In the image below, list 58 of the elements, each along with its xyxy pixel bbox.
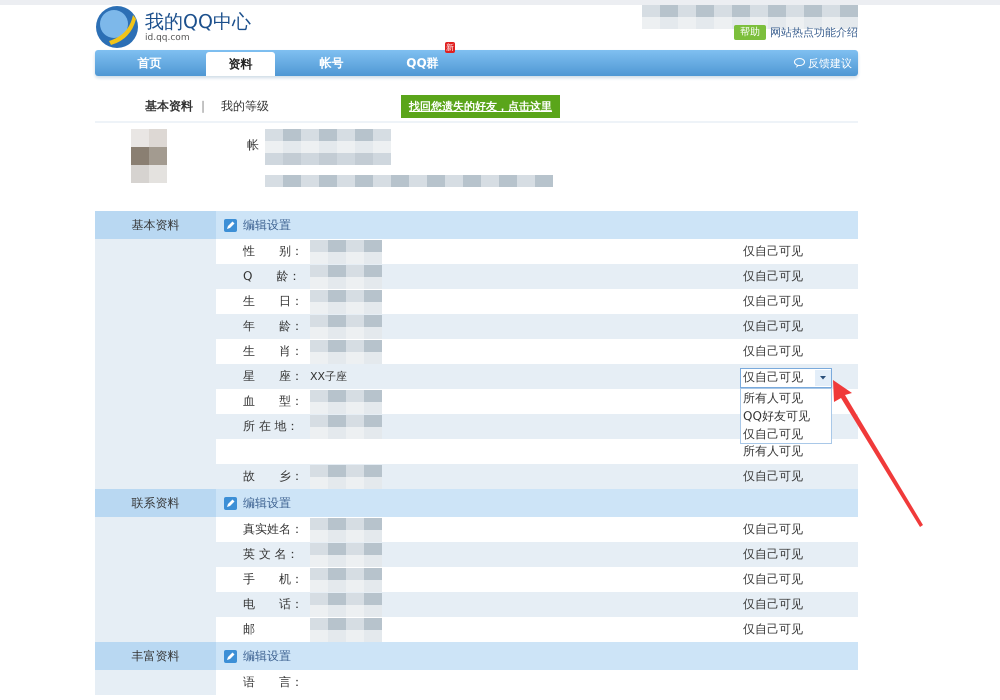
news-link[interactable]: 网站热点功能介绍 bbox=[770, 25, 858, 40]
dropdown-option[interactable]: 仅自己可见 bbox=[741, 424, 831, 442]
pencil-icon bbox=[224, 650, 237, 662]
visibility-text: 仅自己可见 bbox=[743, 244, 803, 258]
dropdown-option[interactable]: QQ好友可见 bbox=[741, 406, 831, 424]
find-friends-link[interactable]: 找回您遗失的好友，点击这里 bbox=[401, 94, 560, 118]
field-label: 血 型： bbox=[243, 393, 304, 410]
visibility-text: 所有人可见 bbox=[743, 444, 803, 458]
section-title: 基本资料 bbox=[95, 211, 216, 239]
logo-title: 我的QQ中心 bbox=[145, 11, 251, 33]
visibility-text: 仅自己可见 bbox=[743, 469, 803, 483]
section-title: 联系资料 bbox=[95, 489, 216, 517]
visibility-select[interactable]: 仅自己可见 bbox=[740, 368, 832, 388]
nav-tab[interactable]: 资料 bbox=[206, 52, 275, 76]
field-label: 生 肖： bbox=[243, 343, 304, 360]
separator: | bbox=[201, 99, 206, 113]
visibility-text: 仅自己可见 bbox=[743, 547, 803, 561]
edit-settings-link[interactable]: 编辑设置 bbox=[243, 494, 291, 512]
dropdown-caret-icon bbox=[815, 370, 831, 386]
field-value: XX子座 bbox=[310, 369, 348, 384]
field-label: 真实姓名： bbox=[243, 521, 304, 538]
subnav-link[interactable]: 基本资料 bbox=[145, 98, 193, 114]
visibility-text: 仅自己可见 bbox=[743, 572, 803, 586]
visibility-text: 仅自己可见 bbox=[743, 269, 803, 283]
account-label: 帐 bbox=[247, 137, 259, 154]
edit-settings-link[interactable]: 编辑设置 bbox=[243, 216, 291, 234]
logo-subtitle: id.qq.com bbox=[145, 33, 191, 43]
subnav-link[interactable]: 我的等级 bbox=[221, 98, 270, 114]
edit-settings-link[interactable]: 编辑设置 bbox=[243, 648, 291, 664]
globe-logo-icon bbox=[95, 5, 139, 49]
field-label: 所 在 地： bbox=[243, 418, 300, 435]
field-label: 性 别： bbox=[243, 243, 304, 260]
field-label: Q 龄： bbox=[243, 268, 302, 285]
redacted-mosaic bbox=[310, 618, 382, 642]
feedback-button[interactable]: 反馈建议 bbox=[788, 54, 858, 72]
visibility-text: 仅自己可见 bbox=[743, 622, 803, 636]
field-label: 星 座： bbox=[243, 368, 304, 385]
field-label: 英 文 名： bbox=[243, 546, 300, 563]
section-title: 丰富资料 bbox=[95, 642, 216, 670]
visibility-text: 仅自己可见 bbox=[743, 344, 803, 358]
avatar bbox=[131, 129, 167, 185]
field-label: 手 机： bbox=[243, 571, 304, 588]
field-label: 邮 bbox=[243, 621, 256, 638]
field-label: 电 话： bbox=[243, 596, 304, 613]
field-label: 生 日： bbox=[243, 293, 304, 310]
new-badge: 新 bbox=[445, 42, 455, 53]
field-label: 故 乡： bbox=[243, 468, 304, 485]
visibility-text: 仅自己可见 bbox=[743, 522, 803, 536]
pencil-icon bbox=[224, 218, 237, 232]
speech-bubble-icon bbox=[794, 58, 805, 68]
field-label: 年 龄： bbox=[243, 318, 304, 335]
visibility-text: 仅自己可见 bbox=[743, 597, 803, 611]
nav-tab[interactable]: 首页 bbox=[115, 50, 184, 76]
field-label: 语 言： bbox=[243, 674, 304, 691]
pencil-icon bbox=[224, 496, 237, 510]
dropdown-option[interactable]: 所有人可见 bbox=[741, 388, 831, 406]
visibility-text: 仅自己可见 bbox=[743, 319, 803, 333]
visibility-text: 仅自己可见 bbox=[743, 294, 803, 308]
